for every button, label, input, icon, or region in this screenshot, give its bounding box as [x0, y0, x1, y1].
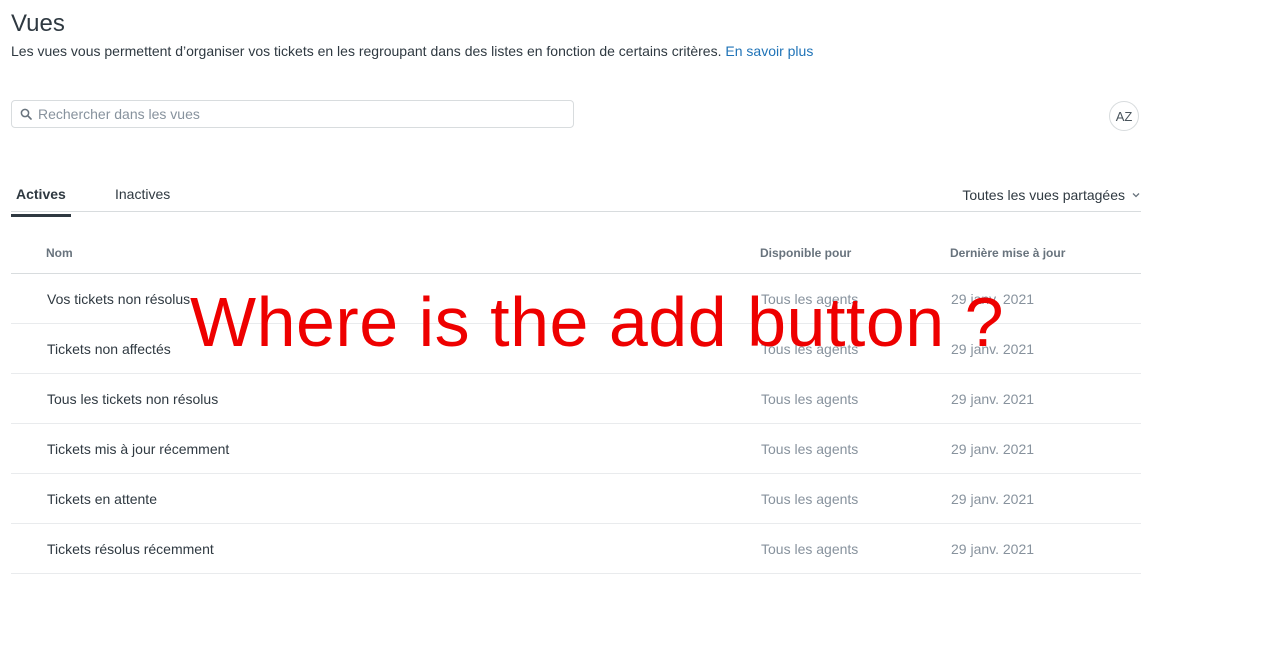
column-header-updated[interactable]: Dernière mise à jour — [950, 246, 1065, 260]
view-updated: 29 janv. 2021 — [951, 491, 1035, 507]
view-availability: Tous les agents — [761, 491, 859, 507]
tab-actives[interactable]: Actives — [11, 186, 71, 217]
sort-button[interactable]: AZ — [1109, 101, 1139, 131]
view-updated: 29 janv. 2021 — [951, 441, 1035, 457]
search-input[interactable] — [38, 106, 538, 122]
tab-inactives[interactable]: Inactives — [115, 186, 170, 215]
view-updated: 29 janv. 2021 — [951, 391, 1035, 407]
view-availability: Tous les agents — [761, 441, 859, 457]
table-row[interactable]: Tickets en attente Tous les agents 29 ja… — [11, 474, 1141, 524]
table-row[interactable]: Tous les tickets non résolus Tous les ag… — [11, 374, 1141, 424]
shared-views-filter[interactable]: Toutes les vues partagées — [962, 187, 1141, 203]
view-updated: 29 janv. 2021 — [951, 541, 1035, 557]
column-header-name[interactable]: Nom — [46, 246, 73, 260]
view-availability: Tous les agents — [761, 391, 859, 407]
view-name[interactable]: Tickets non affectés — [47, 341, 171, 357]
sort-az-icon: AZ — [1115, 108, 1133, 124]
views-page: Vues Les vues vous permettent d’organise… — [0, 0, 1269, 650]
tab-bar: Actives Inactives Toutes les vues partag… — [11, 180, 1141, 217]
page-description: Les vues vous permettent d’organiser vos… — [11, 42, 813, 60]
page-title: Vues — [11, 10, 65, 37]
table-row[interactable]: Tickets mis à jour récemment Tous les ag… — [11, 424, 1141, 474]
table-row[interactable]: Tickets résolus récemment Tous les agent… — [11, 524, 1141, 574]
table-header: Nom Disponible pour Dernière mise à jour — [11, 233, 1141, 274]
column-header-available[interactable]: Disponible pour — [760, 246, 851, 260]
view-availability: Tous les agents — [761, 541, 859, 557]
chevron-down-icon — [1132, 193, 1140, 198]
search-box[interactable] — [11, 100, 574, 128]
view-name[interactable]: Vos tickets non résolus — [47, 291, 190, 307]
learn-more-link[interactable]: En savoir plus — [725, 43, 813, 59]
filter-label: Toutes les vues partagées — [962, 187, 1125, 203]
description-text: Les vues vous permettent d’organiser vos… — [11, 43, 722, 59]
view-name[interactable]: Tickets résolus récemment — [47, 541, 214, 557]
view-name[interactable]: Tous les tickets non résolus — [47, 391, 218, 407]
view-name[interactable]: Tickets mis à jour récemment — [47, 441, 229, 457]
annotation-overlay-text: Where is the add button ? — [190, 283, 1005, 361]
view-name[interactable]: Tickets en attente — [47, 491, 157, 507]
search-icon — [20, 108, 32, 120]
